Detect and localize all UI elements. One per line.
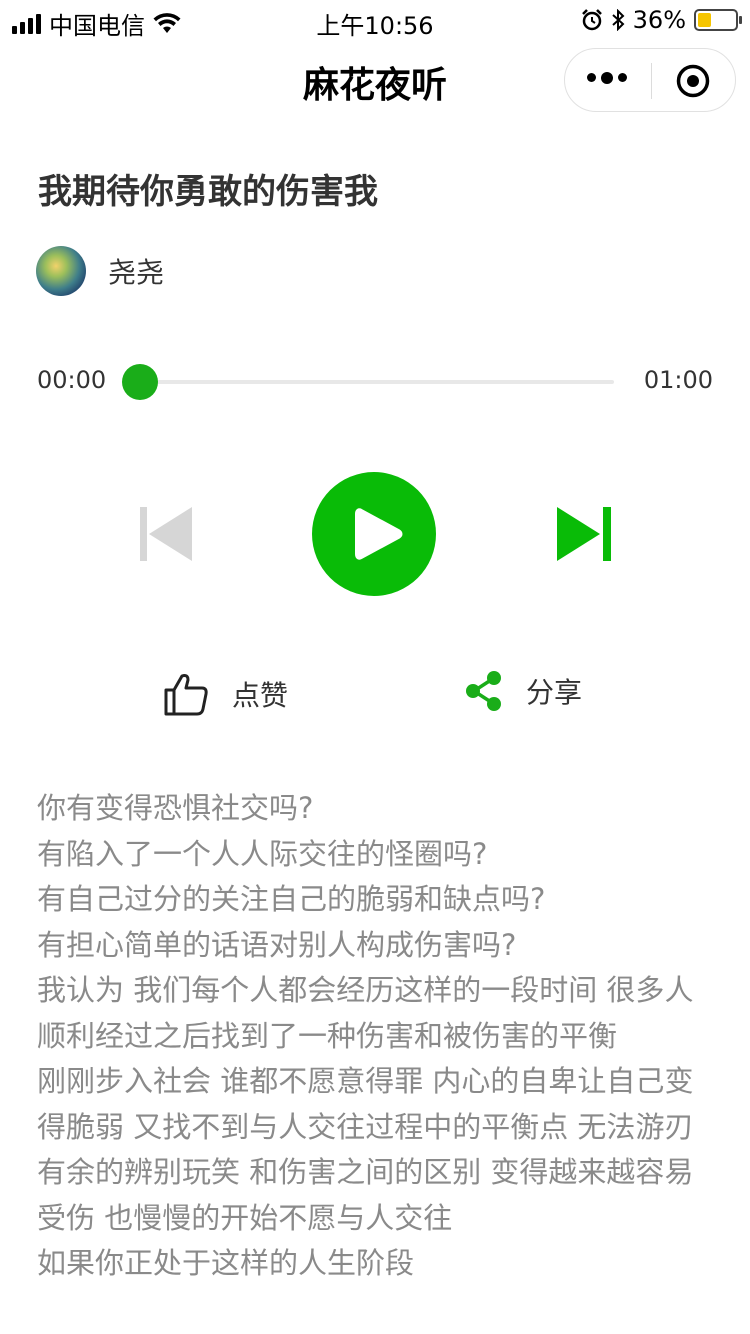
content-paragraph: 我认为 我们每个人都会经历这样的一段时间 很多人顺利经过之后找到了一种伤害和被伤… [37, 973, 694, 1053]
avatar[interactable] [36, 246, 86, 296]
like-label: 点赞 [232, 679, 289, 712]
article-content: 你有变得恐惧社交吗? 有陷入了一个人人际交往的怪圈吗? 有自己过分的关注自己的脆… [37, 786, 717, 1287]
alarm-icon [581, 9, 602, 31]
battery-fill [698, 13, 711, 27]
content-paragraph: 有担心简单的话语对别人构成伤害吗? [37, 927, 517, 962]
battery-icon [694, 9, 742, 31]
content-paragraph: 有陷入了一个人人际交往的怪圈吗? [37, 836, 488, 871]
play-button[interactable] [312, 472, 436, 596]
progress-thumb[interactable] [122, 364, 158, 400]
more-icon[interactable] [587, 72, 627, 84]
article-title: 我期待你勇敢的伤害我 [38, 172, 378, 212]
previous-icon [140, 507, 192, 561]
status-bar: 中国电信 上午10:56 36% [0, 0, 750, 40]
like-button[interactable]: 点赞 [162, 670, 288, 718]
next-button[interactable] [554, 504, 614, 564]
share-button[interactable]: 分享 [464, 670, 582, 712]
battery-percent: 36% [632, 6, 686, 34]
next-icon [557, 507, 611, 561]
content-paragraph: 刚刚步入社会 谁都不愿意得罪 内心的自卑让自己变得脆弱 又找不到与人交往过程中的… [37, 1064, 694, 1235]
author-name[interactable]: 尧尧 [108, 251, 164, 291]
previous-button[interactable] [136, 504, 196, 564]
content-paragraph: 有自己过分的关注自己的脆弱和缺点吗? [37, 882, 546, 916]
thumbs-up-icon [164, 674, 208, 716]
total-time: 01:00 [643, 366, 713, 394]
current-time: 00:00 [37, 366, 107, 394]
content-paragraph: 如果你正处于这样的人生阶段 [37, 1246, 415, 1280]
mini-program-capsule [564, 48, 736, 112]
progress-track[interactable] [140, 380, 614, 384]
content-paragraph: 你有变得恐惧社交吗? [37, 791, 314, 825]
status-right: 36% [581, 6, 742, 34]
bluetooth-icon [611, 9, 625, 31]
author-row[interactable]: 尧尧 [36, 246, 164, 296]
share-icon [466, 671, 501, 711]
capsule-divider [651, 63, 652, 99]
share-label: 分享 [526, 676, 583, 709]
close-icon[interactable] [675, 63, 711, 99]
